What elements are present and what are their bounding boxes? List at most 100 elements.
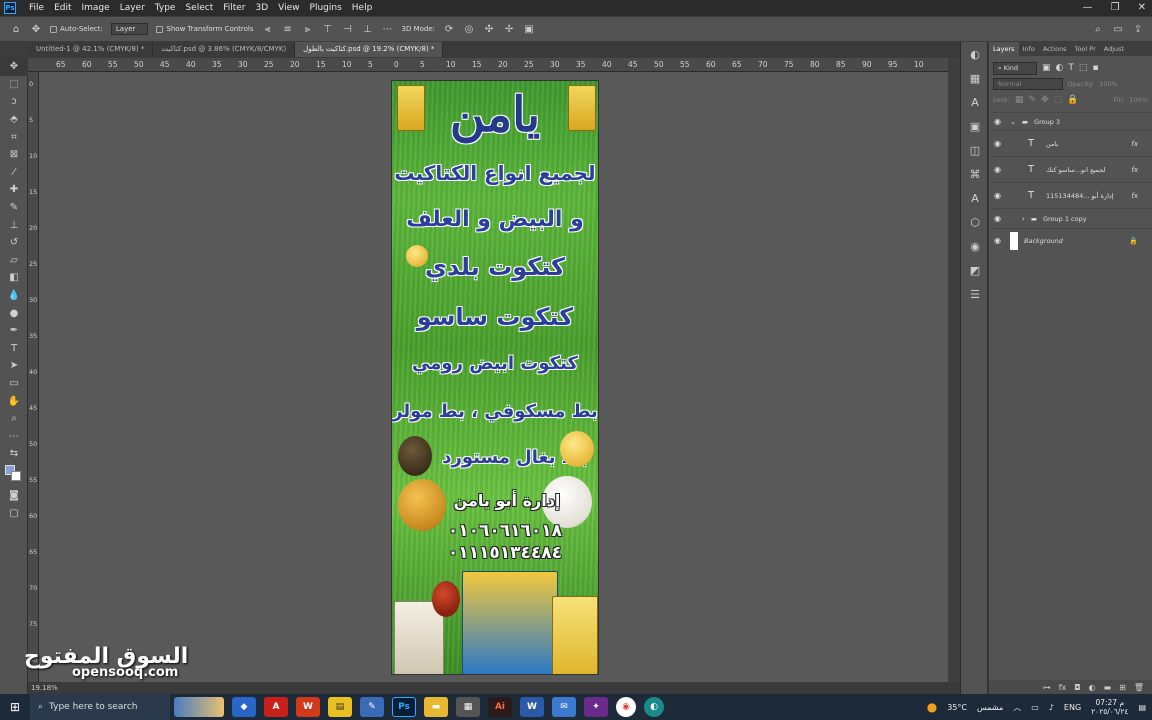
layer-group-1-copy[interactable]: ◉ › ▬ Group 1 copy <box>989 208 1152 228</box>
tab-untitled[interactable]: Untitled-1 @ 42.1% (CMYK/8) * <box>28 42 154 57</box>
align-bottom-icon[interactable]: ⊥ <box>362 23 374 35</box>
filter-smart-icon[interactable]: ▪ <box>1092 63 1098 73</box>
copilot-icon[interactable]: ◆ <box>232 697 256 717</box>
menu-layer[interactable]: Layer <box>115 0 150 16</box>
marquee-tool-icon[interactable]: ⬚ <box>0 76 28 94</box>
minimize-icon[interactable]: — <box>1083 0 1093 16</box>
tab-actions[interactable]: Actions <box>1039 42 1071 56</box>
3d-panel-icon[interactable]: ⬡ <box>961 210 989 234</box>
chevron-down-icon[interactable]: ⌄ <box>1010 118 1016 126</box>
pen-tool-icon[interactable]: ✒ <box>0 322 28 340</box>
document-artwork[interactable]: يامن لجميع انواع الكتاكيت و البيض و العل… <box>391 80 599 675</box>
adjustment-layer-icon[interactable]: ◐ <box>1089 683 1096 692</box>
notifications-icon[interactable]: ▤ <box>1138 703 1146 712</box>
color-panel-icon[interactable]: ◐ <box>961 42 989 66</box>
fx-icon[interactable]: fx <box>1059 683 1067 692</box>
brushes-panel-icon[interactable]: ◉ <box>961 234 989 258</box>
history-brush-tool-icon[interactable]: ↺ <box>0 234 28 252</box>
eyedropper-tool-icon[interactable]: ⁄ <box>0 164 28 182</box>
edit-toolbar-icon[interactable]: ⋯ <box>0 427 28 445</box>
layer-text-yamen[interactable]: ◉ T يامن fx <box>989 130 1152 156</box>
menu-help[interactable]: Help <box>347 0 378 16</box>
network-icon[interactable]: ▭ <box>1031 703 1039 712</box>
speaker-icon[interactable]: ♪ <box>1049 703 1054 712</box>
auto-select-option[interactable]: Auto-Select: <box>50 25 103 33</box>
vertical-scrollbar[interactable] <box>948 58 960 682</box>
swap-colors-icon[interactable]: ⇆ <box>0 445 28 463</box>
fx-badge[interactable]: fx <box>1131 166 1138 174</box>
layer-group-3[interactable]: ◉ ⌄ ▬ Group 3 <box>989 112 1152 130</box>
menu-filter[interactable]: Filter <box>218 0 250 16</box>
chevron-right-icon[interactable]: › <box>1022 215 1025 223</box>
paragraph-panel-icon[interactable]: A <box>961 186 989 210</box>
menu-view[interactable]: View <box>273 0 304 16</box>
file-explorer-icon[interactable]: ▬ <box>424 697 448 717</box>
properties-panel-icon[interactable]: ☰ <box>961 282 989 306</box>
align-middle-icon[interactable]: ⊣ <box>342 23 354 35</box>
align-top-icon[interactable]: ⊤ <box>322 23 334 35</box>
menu-plugins[interactable]: Plugins <box>305 0 347 16</box>
tab-info[interactable]: Info <box>1019 42 1039 56</box>
windows-start-icon[interactable]: ⊞ <box>0 694 30 720</box>
tab-adjustments[interactable]: Adjust <box>1100 42 1128 56</box>
fx-badge[interactable]: fx <box>1131 140 1138 148</box>
fill-value[interactable]: 100% <box>1129 96 1148 104</box>
menu-image[interactable]: Image <box>77 0 115 16</box>
add-mask-icon[interactable]: ◘ <box>1074 683 1080 692</box>
menu-type[interactable]: Type <box>150 0 181 16</box>
lock-pixels-icon[interactable]: ▦ <box>1015 95 1024 105</box>
search-icon[interactable]: ⌕ <box>1092 23 1104 35</box>
illustrator-icon[interactable]: Ai <box>488 697 512 717</box>
lock-paint-icon[interactable]: ✎ <box>1029 95 1037 105</box>
visibility-eye-icon[interactable]: ◉ <box>994 236 1004 245</box>
align-left-icon[interactable]: ⫷ <box>262 23 274 35</box>
visibility-eye-icon[interactable]: ◉ <box>994 117 1004 126</box>
swatches-panel-icon[interactable]: ▦ <box>961 66 989 90</box>
character-panel-icon[interactable]: A <box>961 90 989 114</box>
taskbar-search[interactable]: ⌕ Type here to search <box>30 694 170 720</box>
opacity-value[interactable]: 100% <box>1099 80 1118 88</box>
figma-icon[interactable]: ✦ <box>584 697 608 717</box>
lock-artboard-icon[interactable]: ⬚ <box>1054 95 1063 105</box>
word-icon[interactable]: W <box>520 697 544 717</box>
layer-filter-kind[interactable]: ⌕ Kind <box>993 61 1038 75</box>
lock-all-icon[interactable]: 🔒 <box>1067 95 1078 105</box>
menu-3d[interactable]: 3D <box>251 0 274 16</box>
wps-icon[interactable]: W <box>296 697 320 717</box>
close-icon[interactable]: ✕ <box>1138 0 1146 16</box>
menu-file[interactable]: File <box>24 0 49 16</box>
visibility-eye-icon[interactable]: ◉ <box>994 165 1004 174</box>
filter-pixel-icon[interactable]: ▣ <box>1042 63 1051 73</box>
workspace-icon[interactable]: ▭ <box>1112 23 1124 35</box>
adjustments-panel-icon[interactable]: ◩ <box>961 258 989 282</box>
tab-katakit-vertical[interactable]: كتاكيت بالطول.psd @ 19.2% (CMYK/8) * <box>295 42 444 57</box>
brush-tool-icon[interactable]: ✎ <box>0 199 28 217</box>
eraser-tool-icon[interactable]: ▱ <box>0 252 28 270</box>
move-tool-icon[interactable]: ✥ <box>0 58 28 76</box>
color-swatches-icon[interactable] <box>0 463 28 487</box>
language-indicator[interactable]: ENG <box>1064 703 1081 712</box>
share-icon[interactable]: ⇪ <box>1132 23 1144 35</box>
dodge-tool-icon[interactable]: ● <box>0 304 28 322</box>
fx-badge[interactable]: fx <box>1131 192 1138 200</box>
path-select-tool-icon[interactable]: ➤ <box>0 357 28 375</box>
object-select-tool-icon[interactable]: ⬘ <box>0 111 28 129</box>
edge-icon[interactable]: ◐ <box>644 697 664 717</box>
paint-bucket-tool-icon[interactable]: ◧ <box>0 269 28 287</box>
news-widget-icon[interactable] <box>174 697 224 717</box>
channels-panel-icon[interactable]: ◫ <box>961 138 989 162</box>
paths-panel-icon[interactable]: ⌘ <box>961 162 989 186</box>
quick-mask-icon[interactable]: ◙ <box>0 487 28 505</box>
camera-3d-icon[interactable]: ▣ <box>523 23 535 35</box>
visibility-eye-icon[interactable]: ◉ <box>994 214 1004 223</box>
visibility-eye-icon[interactable]: ◉ <box>994 139 1004 148</box>
libraries-panel-icon[interactable]: ▣ <box>961 114 989 138</box>
clone-stamp-tool-icon[interactable]: ⊥ <box>0 216 28 234</box>
layer-text-manager[interactable]: ◉ T إدارة أبو ...115134484 fx <box>989 182 1152 208</box>
type-tool-icon[interactable]: T <box>0 340 28 358</box>
more-options-icon[interactable]: ⋯ <box>382 23 394 35</box>
chevron-up-icon[interactable]: ︿ <box>1013 702 1021 713</box>
lock-move-icon[interactable]: ✥ <box>1041 95 1049 105</box>
zoom-tool-icon[interactable]: ⌕ <box>0 410 28 428</box>
menu-edit[interactable]: Edit <box>49 0 76 16</box>
